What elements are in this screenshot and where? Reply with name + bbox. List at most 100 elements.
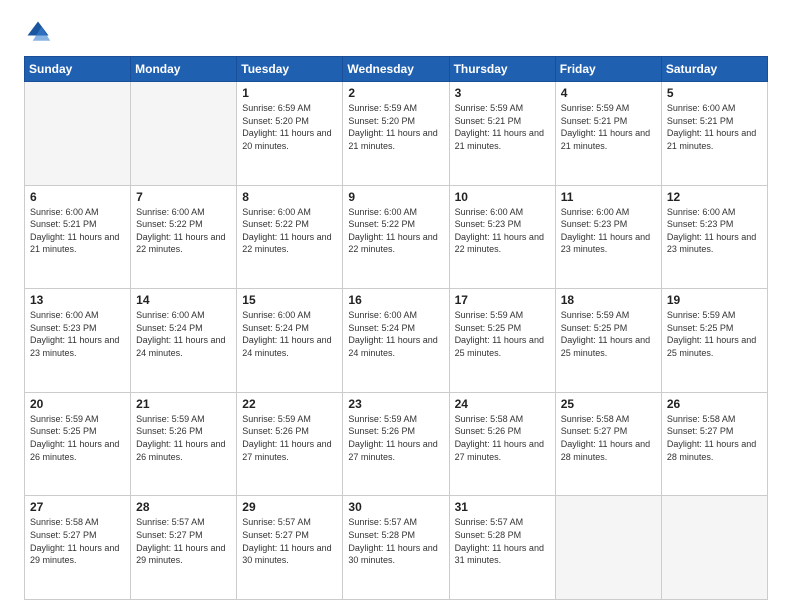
day-info: Sunrise: 5:59 AMSunset: 5:21 PMDaylight:… xyxy=(561,102,656,152)
calendar-cell: 30 Sunrise: 5:57 AMSunset: 5:28 PMDayligh… xyxy=(343,496,449,600)
day-info: Sunrise: 6:00 AMSunset: 5:22 PMDaylight:… xyxy=(242,206,337,256)
day-info: Sunrise: 6:59 AMSunset: 5:20 PMDaylight:… xyxy=(242,102,337,152)
weekday-header-friday: Friday xyxy=(555,57,661,82)
calendar-cell: 10 Sunrise: 6:00 AMSunset: 5:23 PMDayligh… xyxy=(449,185,555,289)
day-number: 14 xyxy=(136,293,231,307)
day-number: 15 xyxy=(242,293,337,307)
day-info: Sunrise: 5:57 AMSunset: 5:27 PMDaylight:… xyxy=(136,516,231,566)
calendar-cell: 15 Sunrise: 6:00 AMSunset: 5:24 PMDayligh… xyxy=(237,289,343,393)
calendar-cell: 19Sunrise: 5:59 AMSunset: 5:25 PMDayligh… xyxy=(661,289,767,393)
day-number: 16 xyxy=(348,293,443,307)
day-info: Sunrise: 5:59 AMSunset: 5:26 PMDaylight:… xyxy=(136,413,231,463)
day-number: 11 xyxy=(561,190,656,204)
calendar-cell: 23 Sunrise: 5:59 AMSunset: 5:26 PMDayligh… xyxy=(343,392,449,496)
calendar-cell: 2Sunrise: 5:59 AMSunset: 5:20 PMDaylight… xyxy=(343,82,449,186)
week-row-3: 13 Sunrise: 6:00 AMSunset: 5:23 PMDayligh… xyxy=(25,289,768,393)
week-row-1: 1 Sunrise: 6:59 AMSunset: 5:20 PMDaylight… xyxy=(25,82,768,186)
day-number: 26 xyxy=(667,397,762,411)
day-number: 24 xyxy=(455,397,550,411)
day-info: Sunrise: 6:00 AMSunset: 5:21 PMDaylight:… xyxy=(667,102,762,152)
day-number: 5 xyxy=(667,86,762,100)
calendar-cell xyxy=(661,496,767,600)
calendar-cell: 24 Sunrise: 5:58 AMSunset: 5:26 PMDayligh… xyxy=(449,392,555,496)
calendar-cell: 17Sunrise: 5:59 AMSunset: 5:25 PMDayligh… xyxy=(449,289,555,393)
week-row-4: 20 Sunrise: 5:59 AMSunset: 5:25 PMDayligh… xyxy=(25,392,768,496)
day-info: Sunrise: 5:57 AMSunset: 5:28 PMDaylight:… xyxy=(455,516,550,566)
header xyxy=(24,18,768,46)
day-number: 3 xyxy=(455,86,550,100)
page: SundayMondayTuesdayWednesdayThursdayFrid… xyxy=(0,0,792,612)
day-number: 30 xyxy=(348,500,443,514)
calendar-cell: 12 Sunrise: 6:00 AMSunset: 5:23 PMDayligh… xyxy=(661,185,767,289)
day-info: Sunrise: 5:58 AMSunset: 5:27 PMDaylight:… xyxy=(561,413,656,463)
calendar-cell: 7 Sunrise: 6:00 AMSunset: 5:22 PMDaylight… xyxy=(131,185,237,289)
calendar-cell: 1 Sunrise: 6:59 AMSunset: 5:20 PMDaylight… xyxy=(237,82,343,186)
calendar-cell: 26 Sunrise: 5:58 AMSunset: 5:27 PMDayligh… xyxy=(661,392,767,496)
day-number: 22 xyxy=(242,397,337,411)
calendar-cell: 13 Sunrise: 6:00 AMSunset: 5:23 PMDayligh… xyxy=(25,289,131,393)
calendar-cell: 29 Sunrise: 5:57 AMSunset: 5:27 PMDayligh… xyxy=(237,496,343,600)
day-number: 23 xyxy=(348,397,443,411)
calendar-cell: 3Sunrise: 5:59 AMSunset: 5:21 PMDaylight… xyxy=(449,82,555,186)
calendar-cell xyxy=(131,82,237,186)
calendar-cell: 31 Sunrise: 5:57 AMSunset: 5:28 PMDayligh… xyxy=(449,496,555,600)
calendar-cell: 16Sunrise: 6:00 AMSunset: 5:24 PMDayligh… xyxy=(343,289,449,393)
day-info: Sunrise: 5:59 AMSunset: 5:26 PMDaylight:… xyxy=(348,413,443,463)
week-row-2: 6Sunrise: 6:00 AMSunset: 5:21 PMDaylight… xyxy=(25,185,768,289)
day-info: Sunrise: 5:59 AMSunset: 5:20 PMDaylight:… xyxy=(348,102,443,152)
day-number: 20 xyxy=(30,397,125,411)
calendar-cell: 28 Sunrise: 5:57 AMSunset: 5:27 PMDayligh… xyxy=(131,496,237,600)
day-info: Sunrise: 5:58 AMSunset: 5:27 PMDaylight:… xyxy=(667,413,762,463)
weekday-header-thursday: Thursday xyxy=(449,57,555,82)
day-number: 9 xyxy=(348,190,443,204)
day-number: 29 xyxy=(242,500,337,514)
day-number: 8 xyxy=(242,190,337,204)
calendar-cell xyxy=(555,496,661,600)
day-number: 12 xyxy=(667,190,762,204)
day-number: 10 xyxy=(455,190,550,204)
calendar-cell: 4Sunrise: 5:59 AMSunset: 5:21 PMDaylight… xyxy=(555,82,661,186)
day-info: Sunrise: 6:00 AMSunset: 5:21 PMDaylight:… xyxy=(30,206,125,256)
day-number: 25 xyxy=(561,397,656,411)
calendar-cell: 27Sunrise: 5:58 AMSunset: 5:27 PMDayligh… xyxy=(25,496,131,600)
weekday-header-sunday: Sunday xyxy=(25,57,131,82)
day-number: 1 xyxy=(242,86,337,100)
day-number: 18 xyxy=(561,293,656,307)
day-info: Sunrise: 6:00 AMSunset: 5:23 PMDaylight:… xyxy=(30,309,125,359)
calendar-cell: 8 Sunrise: 6:00 AMSunset: 5:22 PMDaylight… xyxy=(237,185,343,289)
day-info: Sunrise: 5:59 AMSunset: 5:26 PMDaylight:… xyxy=(242,413,337,463)
calendar-cell: 21 Sunrise: 5:59 AMSunset: 5:26 PMDayligh… xyxy=(131,392,237,496)
calendar-cell: 6Sunrise: 6:00 AMSunset: 5:21 PMDaylight… xyxy=(25,185,131,289)
day-info: Sunrise: 6:00 AMSunset: 5:22 PMDaylight:… xyxy=(136,206,231,256)
day-number: 28 xyxy=(136,500,231,514)
calendar-cell xyxy=(25,82,131,186)
calendar-cell: 14 Sunrise: 6:00 AMSunset: 5:24 PMDayligh… xyxy=(131,289,237,393)
week-row-5: 27Sunrise: 5:58 AMSunset: 5:27 PMDayligh… xyxy=(25,496,768,600)
day-info: Sunrise: 6:00 AMSunset: 5:24 PMDaylight:… xyxy=(136,309,231,359)
day-info: Sunrise: 6:00 AMSunset: 5:23 PMDaylight:… xyxy=(455,206,550,256)
day-number: 31 xyxy=(455,500,550,514)
logo xyxy=(24,18,56,46)
calendar-cell: 5 Sunrise: 6:00 AMSunset: 5:21 PMDaylight… xyxy=(661,82,767,186)
weekday-header-monday: Monday xyxy=(131,57,237,82)
day-info: Sunrise: 5:58 AMSunset: 5:26 PMDaylight:… xyxy=(455,413,550,463)
day-info: Sunrise: 6:00 AMSunset: 5:24 PMDaylight:… xyxy=(242,309,337,359)
day-number: 7 xyxy=(136,190,231,204)
day-info: Sunrise: 5:57 AMSunset: 5:27 PMDaylight:… xyxy=(242,516,337,566)
day-number: 13 xyxy=(30,293,125,307)
day-info: Sunrise: 6:00 AMSunset: 5:22 PMDaylight:… xyxy=(348,206,443,256)
logo-icon xyxy=(24,18,52,46)
day-info: Sunrise: 5:57 AMSunset: 5:28 PMDaylight:… xyxy=(348,516,443,566)
weekday-header-tuesday: Tuesday xyxy=(237,57,343,82)
day-info: Sunrise: 6:00 AMSunset: 5:23 PMDaylight:… xyxy=(667,206,762,256)
day-number: 17 xyxy=(455,293,550,307)
day-info: Sunrise: 5:59 AMSunset: 5:25 PMDaylight:… xyxy=(561,309,656,359)
calendar-cell: 18 Sunrise: 5:59 AMSunset: 5:25 PMDayligh… xyxy=(555,289,661,393)
day-number: 19 xyxy=(667,293,762,307)
day-info: Sunrise: 6:00 AMSunset: 5:23 PMDaylight:… xyxy=(561,206,656,256)
day-number: 21 xyxy=(136,397,231,411)
day-info: Sunrise: 5:58 AMSunset: 5:27 PMDaylight:… xyxy=(30,516,125,566)
day-info: Sunrise: 5:59 AMSunset: 5:25 PMDaylight:… xyxy=(30,413,125,463)
calendar-cell: 11 Sunrise: 6:00 AMSunset: 5:23 PMDayligh… xyxy=(555,185,661,289)
calendar-cell: 22 Sunrise: 5:59 AMSunset: 5:26 PMDayligh… xyxy=(237,392,343,496)
